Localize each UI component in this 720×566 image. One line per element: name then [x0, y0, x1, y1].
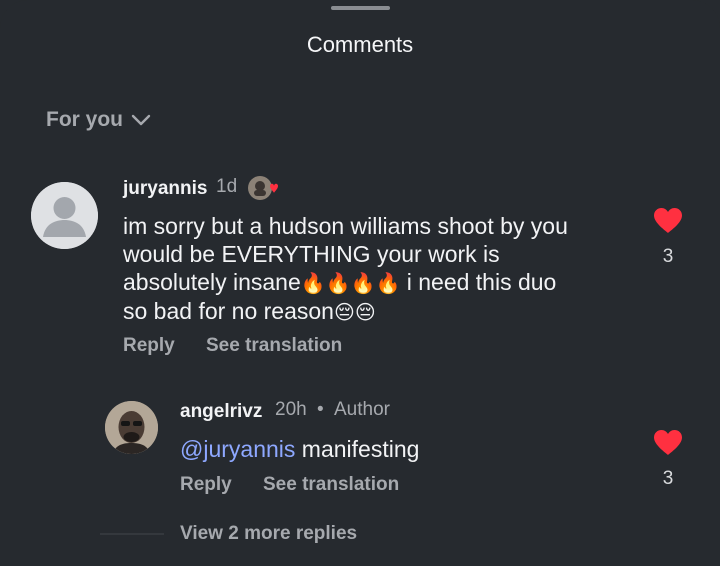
- chevron-down-icon: [131, 114, 151, 126]
- comment-text-fragment: i need this duo: [400, 269, 557, 295]
- comments-sheet: Comments For you juryannis 1d im sorry b…: [0, 0, 720, 566]
- sheet-grab-handle[interactable]: [331, 6, 390, 10]
- meta-separator: •: [317, 399, 324, 420]
- creator-liked-avatar-icon: [248, 176, 278, 200]
- author-badge: Author: [334, 399, 390, 420]
- comment-age: 1d: [216, 176, 238, 197]
- profile-photo-avatar[interactable]: [105, 401, 158, 454]
- replies-divider: [100, 533, 164, 535]
- reply-button[interactable]: Reply: [123, 335, 175, 357]
- like-count: 3: [662, 246, 674, 267]
- comment-text-line: so bad for no reason😔😔: [123, 297, 568, 326]
- comment-text-fragment: so bad for no reason: [123, 298, 334, 324]
- like-count: 3: [662, 468, 674, 489]
- comment-text: im sorry but a hudson williams shoot by …: [123, 212, 568, 326]
- comment-text-line: would be EVERYTHING your work is: [123, 241, 500, 267]
- reply-button[interactable]: Reply: [180, 474, 232, 496]
- see-translation-button[interactable]: See translation: [206, 335, 342, 357]
- see-translation-button[interactable]: See translation: [263, 474, 399, 496]
- comment-text-line: im sorry but a hudson williams shoot by …: [123, 213, 568, 239]
- sort-filter-label: For you: [46, 108, 123, 131]
- comment-username[interactable]: juryannis: [123, 178, 207, 200]
- pensive-emoji: 😔😔: [333, 300, 376, 324]
- comment-text-line: absolutely insane🔥🔥🔥🔥 i need this duo: [123, 268, 568, 297]
- sort-filter-dropdown[interactable]: For you: [46, 108, 151, 132]
- sheet-title: Comments: [306, 32, 414, 57]
- heart-filled-icon[interactable]: [653, 429, 683, 456]
- view-more-replies-button[interactable]: View 2 more replies: [180, 523, 357, 545]
- default-avatar-icon[interactable]: [31, 182, 98, 249]
- reply-text: @juryannis manifesting: [180, 435, 419, 463]
- heart-filled-icon[interactable]: [653, 207, 683, 234]
- reply-username[interactable]: angelrivz: [180, 401, 262, 423]
- reply-age: 20h: [275, 399, 307, 420]
- mention-link[interactable]: @juryannis: [180, 436, 295, 462]
- comment-text-fragment: absolutely insane: [123, 269, 301, 295]
- fire-emoji: 🔥🔥🔥🔥: [300, 271, 401, 295]
- reply-text-fragment: manifesting: [295, 436, 420, 462]
